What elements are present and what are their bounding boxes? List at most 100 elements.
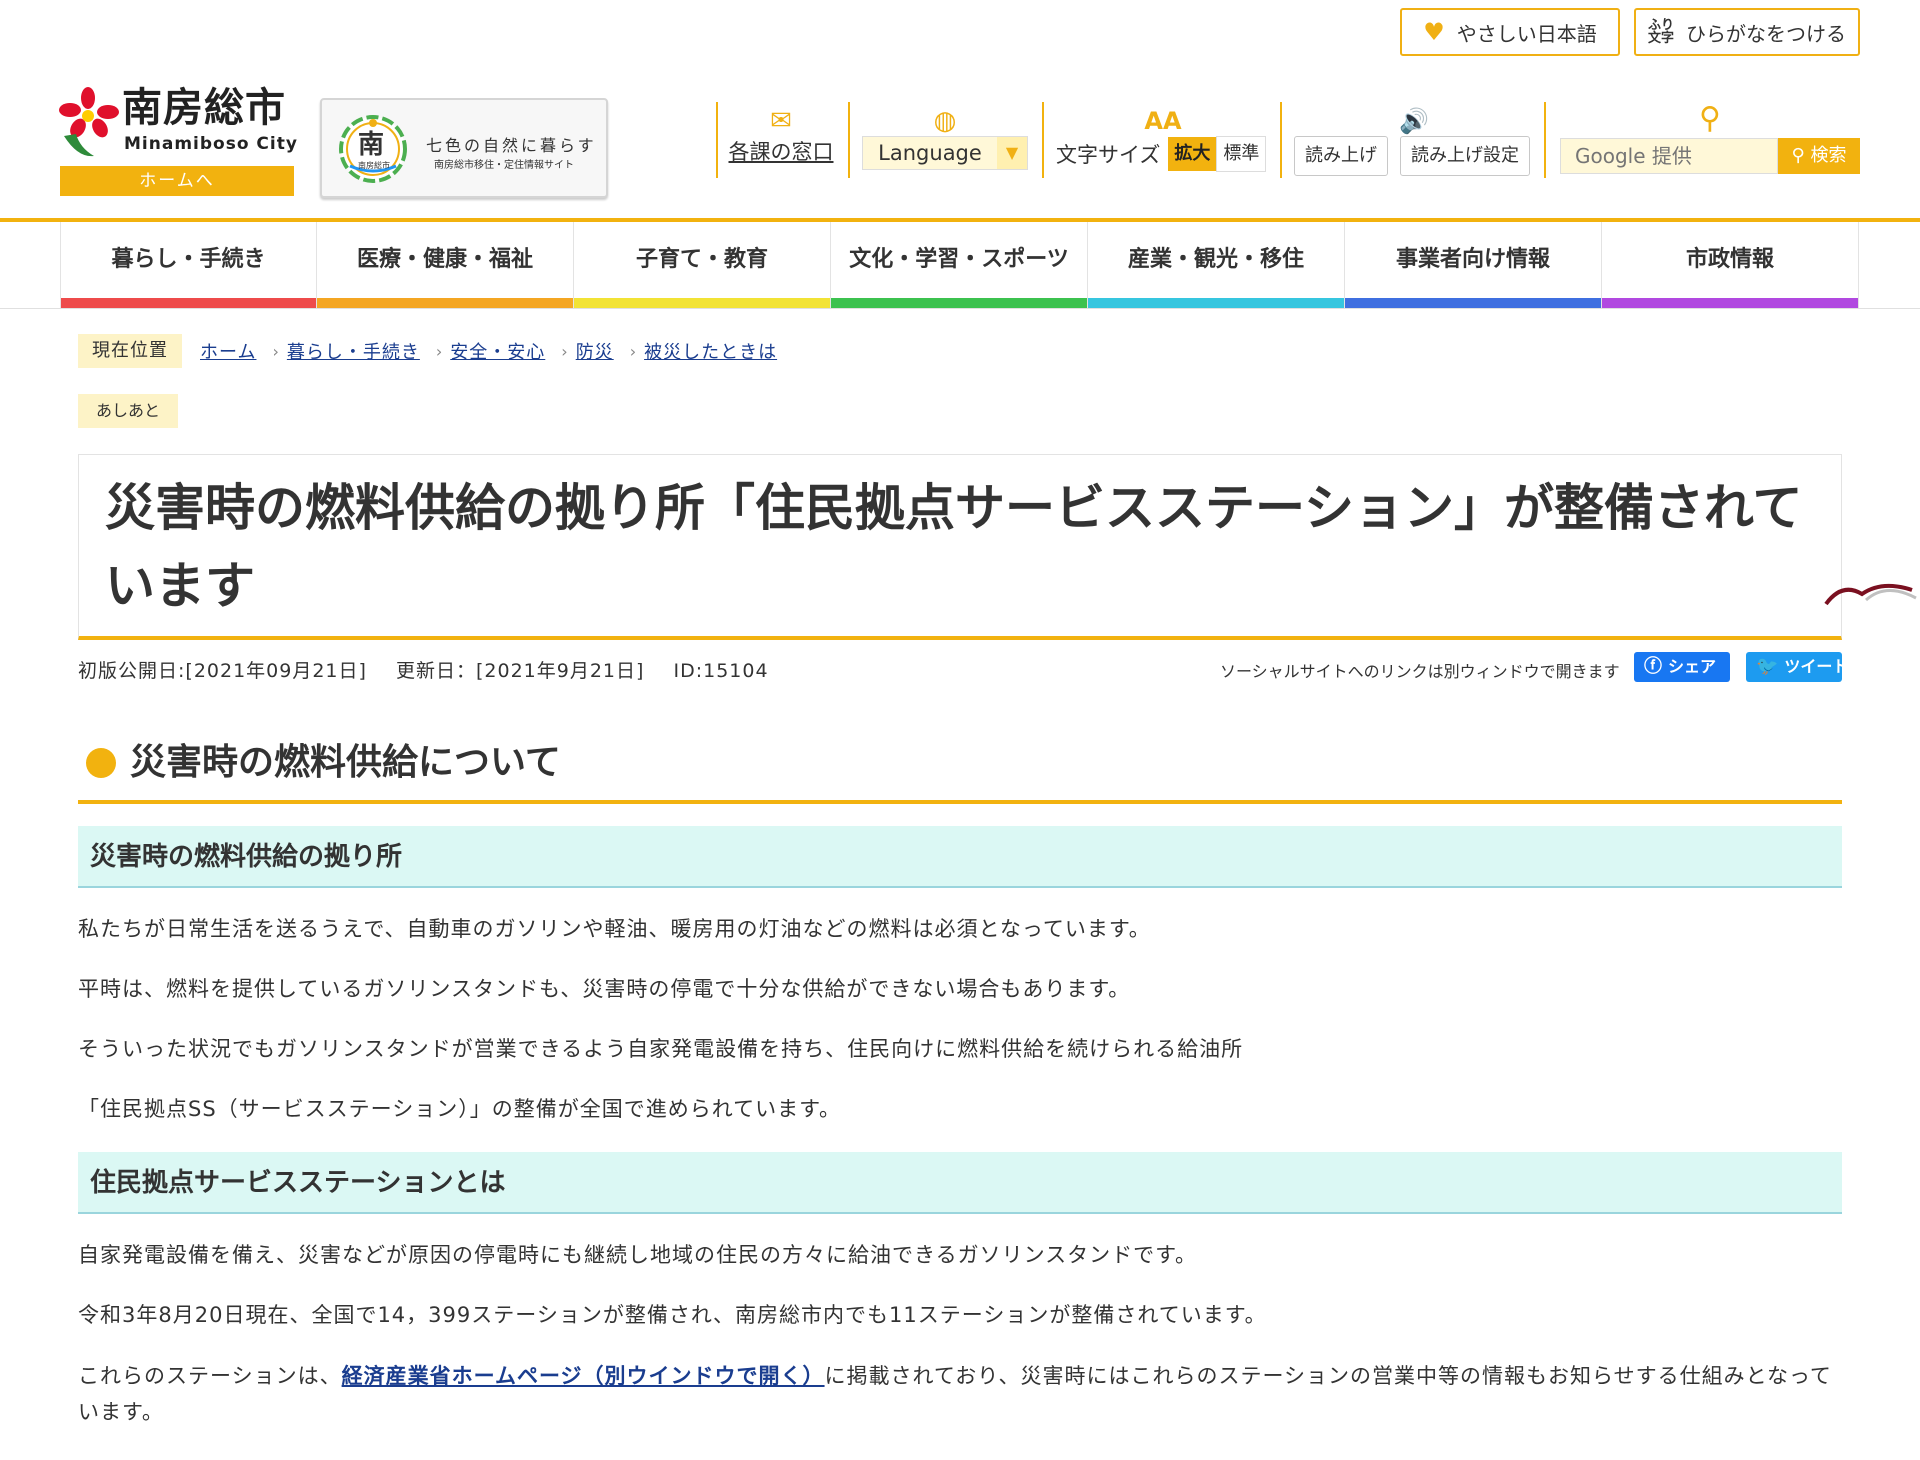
nav-bottom-line bbox=[0, 308, 1920, 309]
add-hiragana-label: ひらがなをつける bbox=[1686, 21, 1846, 46]
department-window-link[interactable]: 各課の窓口 bbox=[729, 140, 834, 164]
breadcrumb-safety[interactable]: 安全・安心 bbox=[450, 338, 545, 364]
paragraph: 自家発電設備を備え、災害などが原因の停電時にも継続し地域の住民の方々に給油できる… bbox=[78, 1243, 1198, 1267]
separator bbox=[716, 102, 718, 178]
updated-date: 更新日：[2021年9月21日] bbox=[395, 660, 645, 682]
font-size-icon: AA bbox=[1144, 107, 1182, 135]
nav-color-bar bbox=[61, 298, 316, 308]
language-select[interactable]: Language ▼ bbox=[862, 136, 1028, 170]
easy-japanese-button[interactable]: ♥ やさしい日本語 bbox=[1400, 8, 1620, 56]
twitter-share-label: ツイート bbox=[1784, 657, 1849, 676]
chevron-right-icon: › bbox=[629, 341, 637, 361]
nav-color-bar bbox=[1088, 298, 1344, 308]
page-id: ID:15104 bbox=[673, 660, 769, 682]
subsection-title: 住民拠点サービスステーションとは bbox=[78, 1152, 1842, 1214]
nav-item-label: 文化・学習・スポーツ bbox=[849, 247, 1069, 272]
department-window: ✉ 各課の窓口 bbox=[726, 106, 836, 166]
separator bbox=[1280, 102, 1282, 178]
emblem-sub: 南房総市 bbox=[358, 161, 390, 170]
nav-item-industry[interactable]: 産業・観光・移住 bbox=[1088, 222, 1345, 308]
social-note: ソーシャルサイトへのリンクは別ウィンドウで開きます bbox=[1220, 662, 1620, 681]
breadcrumb-label: 現在位置 bbox=[78, 334, 182, 368]
nav-item-label: 事業者向け情報 bbox=[1395, 247, 1550, 272]
title-box: 災害時の燃料供給の拠り所「住民拠点サービスステーション」が整備されています bbox=[78, 454, 1842, 640]
breadcrumb-home[interactable]: ホーム bbox=[200, 338, 256, 364]
read-settings-button[interactable]: 読み上げ設定 bbox=[1400, 136, 1530, 176]
bullet-dot-icon bbox=[86, 748, 116, 778]
read-aloud-button[interactable]: 読み上げ bbox=[1294, 136, 1388, 176]
breadcrumb-living[interactable]: 暮らし・手続き bbox=[287, 338, 420, 364]
globe-icon: ◍ bbox=[933, 106, 957, 136]
separator bbox=[1042, 102, 1044, 178]
city-flower-logo-icon bbox=[59, 87, 119, 157]
nav-item-business[interactable]: 事業者向け情報 bbox=[1345, 222, 1602, 308]
nav-item-label: 医療・健康・福祉 bbox=[356, 247, 533, 272]
add-hiragana-button[interactable]: ふり 文字 ひらがなをつける bbox=[1634, 8, 1860, 56]
logo-name: 南房総市 bbox=[122, 85, 286, 131]
history-toggle[interactable]: あしあと bbox=[78, 394, 179, 428]
nav-item-culture[interactable]: 文化・学習・スポーツ bbox=[831, 222, 1088, 308]
site-search: ⚲ ⚲ 検索 bbox=[1560, 102, 1860, 174]
breadcrumb-when-affected[interactable]: 被災したときは bbox=[644, 338, 777, 364]
font-size-widget: AA 文字サイズ 拡大 標準 bbox=[1056, 106, 1270, 172]
mail-icon: ✉ bbox=[770, 106, 792, 136]
nav-color-bar bbox=[317, 298, 573, 308]
nav-item-label: 産業・観光・移住 bbox=[1127, 247, 1304, 272]
language-widget: ◍ Language ▼ bbox=[862, 106, 1028, 170]
section-heading: 災害時の燃料供給について bbox=[78, 730, 1842, 804]
banner-subtitle: 南房総市移住・定住情報サイト bbox=[434, 160, 574, 171]
nav-color-bar bbox=[1345, 298, 1601, 308]
migration-site-banner[interactable]: 南 南房総市 七色の自然に暮らす 南房総市移住・定住情報サイト bbox=[320, 98, 608, 198]
breadcrumb-disaster-prevention[interactable]: 防災 bbox=[576, 338, 614, 364]
section-title: 災害時の燃料供給について bbox=[130, 742, 561, 783]
nav-item-city-admin[interactable]: 市政情報 bbox=[1602, 222, 1859, 308]
meti-homepage-link[interactable]: 経済産業省ホームページ（別ウインドウで開く） bbox=[342, 1364, 825, 1388]
search-button-label: 検索 bbox=[1810, 145, 1847, 166]
search-icon: ⚲ bbox=[1791, 145, 1805, 166]
article-meta: 初版公開日:[2021年09月21日] 更新日：[2021年9月21日] ID:… bbox=[78, 656, 791, 683]
emblem-char: 南 bbox=[358, 130, 385, 160]
facebook-share-label: シェア bbox=[1668, 657, 1717, 676]
twitter-share-button[interactable]: 🐦 ツイート bbox=[1746, 652, 1848, 682]
paragraph: 私たちが日常生活を送るうえで、自動車のガソリンや軽油、暖房用の灯油などの燃料は必… bbox=[78, 917, 1151, 941]
home-link[interactable]: ホームへ bbox=[60, 166, 294, 196]
separator bbox=[848, 102, 850, 178]
furigana-icon: ふり 文字 bbox=[1647, 18, 1674, 46]
nav-item-label: 子育て・教育 bbox=[635, 247, 768, 272]
logo-roman: Minamiboso City bbox=[124, 134, 298, 154]
facebook-icon: ⓕ bbox=[1644, 656, 1662, 677]
nav-item-childcare[interactable]: 子育て・教育 bbox=[574, 222, 831, 308]
chevron-right-icon: › bbox=[272, 341, 279, 361]
chevron-down-icon: ▼ bbox=[997, 137, 1027, 169]
nav-item-label: 暮らし・手続き bbox=[111, 247, 266, 272]
paragraph: 「住民拠点SS（サービスステーション）」の整備が全国で進められています。 bbox=[78, 1097, 842, 1121]
speaker-icon: 🔊 bbox=[1399, 107, 1429, 135]
nav-item-medical[interactable]: 医療・健康・福祉 bbox=[317, 222, 574, 308]
paragraph: 令和3年8月20日現在、全国で14，399ステーションが整備され、南房総市内でも… bbox=[78, 1303, 1267, 1327]
nav-color-bar bbox=[574, 298, 830, 308]
nav-color-bar bbox=[1602, 298, 1858, 308]
twitter-icon: 🐦 bbox=[1756, 656, 1779, 677]
floating-mascot-icon bbox=[1824, 583, 1917, 606]
chevron-right-icon: › bbox=[561, 341, 568, 361]
chevron-right-icon: › bbox=[435, 341, 443, 361]
heart-icon: ♥ bbox=[1423, 18, 1445, 46]
language-label: Language bbox=[863, 137, 997, 169]
paragraph: これらのステーションは、経済産業省ホームページ（別ウインドウで開く）に掲載されて… bbox=[78, 1358, 1838, 1430]
search-button[interactable]: ⚲ 検索 bbox=[1778, 138, 1860, 174]
separator bbox=[1544, 102, 1546, 178]
search-input[interactable] bbox=[1560, 138, 1778, 174]
font-size-label: 文字サイズ bbox=[1056, 143, 1161, 167]
nav-color-bar bbox=[831, 298, 1087, 308]
published-date: 初版公開日:[2021年09月21日] bbox=[78, 660, 367, 682]
nav-item-living[interactable]: 暮らし・手続き bbox=[60, 222, 317, 308]
paragraph: そういった状況でもガソリンスタンドが営業できるよう自家発電設備を持ち、住民向けに… bbox=[78, 1037, 1244, 1061]
banner-title: 七色の自然に暮らす bbox=[426, 136, 597, 155]
page-title: 災害時の燃料供給の拠り所「住民拠点サービスステーション」が整備されています bbox=[105, 479, 1803, 615]
facebook-share-button[interactable]: ⓕ シェア bbox=[1634, 652, 1730, 682]
font-standard-button[interactable]: 標準 bbox=[1216, 136, 1267, 172]
nav-item-label: 市政情報 bbox=[1685, 247, 1774, 272]
font-large-button[interactable]: 拡大 bbox=[1168, 137, 1217, 171]
subsection-title: 災害時の燃料供給の拠り所 bbox=[78, 826, 1842, 888]
breadcrumb: 現在位置 ホーム › 暮らし・手続き › 安全・安心 › 防災 › 被災したとき… bbox=[78, 334, 777, 368]
